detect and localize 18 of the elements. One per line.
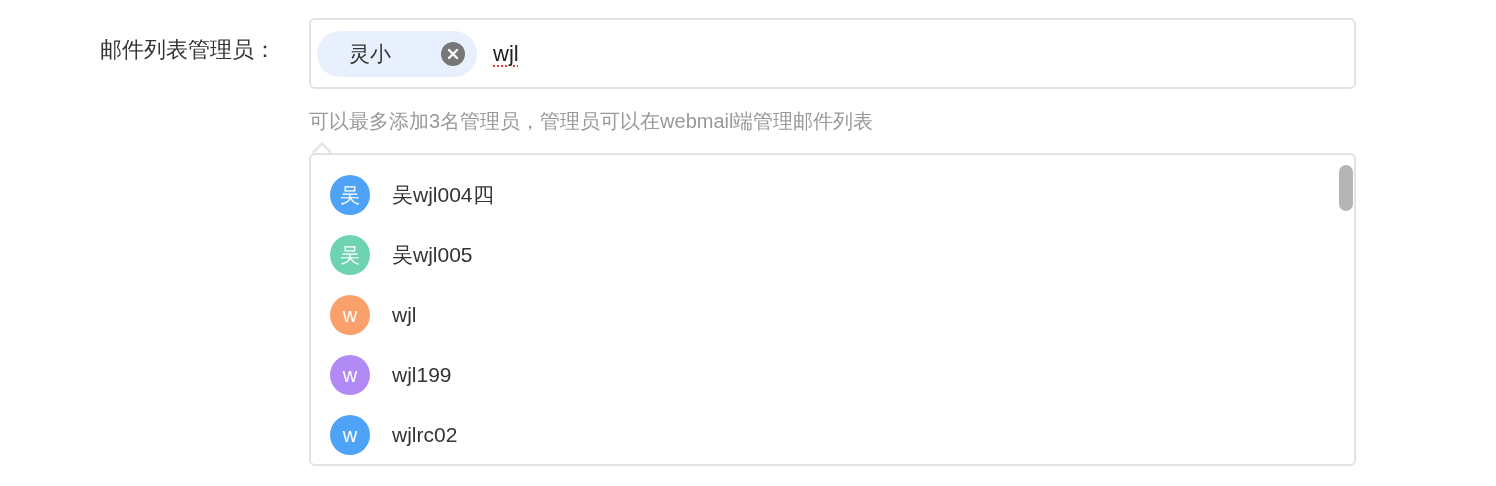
suggestion-item[interactable]: wjlrc02 (392, 419, 458, 451)
avatar: w (330, 295, 370, 335)
hint-text: 可以最多添加3名管理员，管理员可以在webmail端管理邮件列表 (309, 109, 875, 134)
field-label: 邮件列表管理员： (100, 36, 276, 64)
suggestion-item[interactable]: 吴wjl005 (392, 239, 473, 271)
suggestion-item[interactable]: 吴wjl004四 (392, 179, 494, 211)
admin-input-field[interactable]: 灵小 wjl (309, 18, 1356, 89)
scrollbar-thumb[interactable] (1339, 165, 1353, 211)
avatar: w (330, 415, 370, 455)
avatar: 吴 (330, 175, 370, 215)
avatar: w (330, 355, 370, 395)
recipient-chip[interactable]: 灵小 (317, 30, 477, 77)
suggestion-item[interactable]: wjl (392, 299, 417, 331)
remove-icon[interactable] (441, 41, 465, 66)
chip-label: 灵小 (349, 40, 391, 67)
suggestion-item[interactable]: wjl199 (392, 359, 452, 391)
typed-text: wjl (493, 40, 519, 68)
avatar: 吴 (330, 235, 370, 275)
